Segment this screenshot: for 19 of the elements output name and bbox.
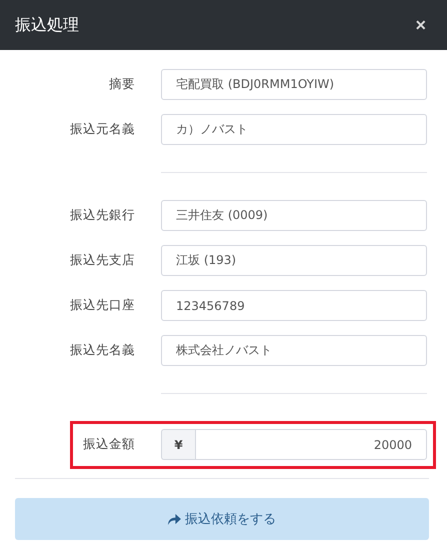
field-label: 振込先口座	[69, 297, 135, 314]
currency-addon: ¥	[161, 429, 195, 460]
field-label: 振込先名義	[69, 342, 135, 359]
submit-button[interactable]: 振込依頼をする	[15, 498, 429, 540]
input-field[interactable]: 宅配買取 (BDJ0RMM1OYIW)	[161, 69, 427, 100]
input-field[interactable]: 株式会社ノバスト	[161, 335, 427, 366]
field-label: 振込金額	[82, 436, 135, 453]
share-arrow-icon	[168, 514, 181, 524]
input-field[interactable]: 123456789	[161, 290, 427, 321]
field-label: 摘要	[108, 76, 135, 93]
field-label: 振込先銀行	[69, 207, 135, 224]
input-field[interactable]: 江坂 (193)	[161, 245, 427, 276]
field-label: 振込元名義	[69, 121, 135, 138]
input-field[interactable]: 三井住友 (0009)	[161, 200, 427, 231]
amount-field[interactable]: 20000	[195, 429, 427, 460]
field-label: 振込先支店	[69, 252, 135, 269]
dialog-title: 振込処理	[15, 14, 79, 36]
close-button[interactable]: ×	[409, 14, 432, 36]
input-field[interactable]: カ）ノバスト	[161, 114, 427, 145]
